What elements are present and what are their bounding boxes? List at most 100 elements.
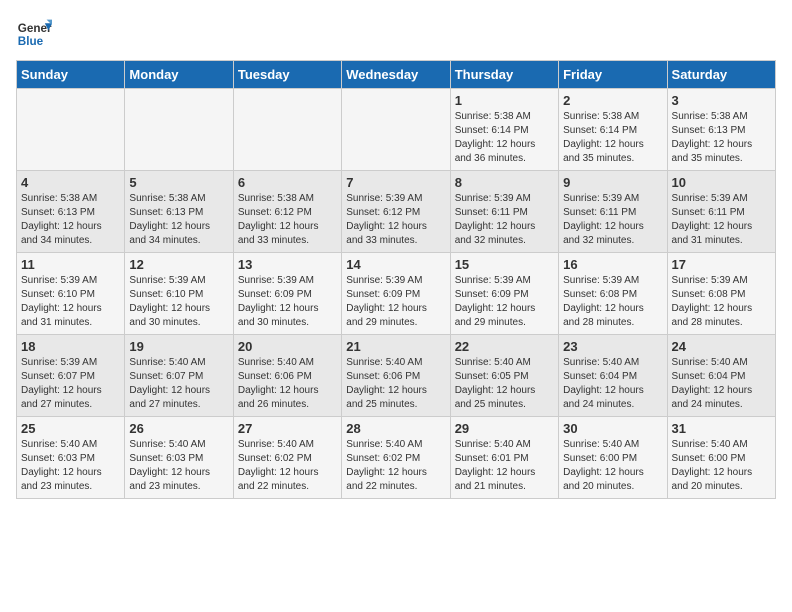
day-number: 13 xyxy=(238,257,337,272)
week-row-4: 18 Sunrise: 5:39 AM Sunset: 6:07 PM Dayli… xyxy=(17,335,776,417)
day-info: Sunrise: 5:40 AM Sunset: 6:00 PM Dayligh… xyxy=(672,438,771,494)
day-number: 23 xyxy=(563,339,662,354)
day-info: Sunrise: 5:39 AM Sunset: 6:11 PM Dayligh… xyxy=(563,192,662,248)
header-sunday: Sunday xyxy=(17,61,125,89)
day-number: 1 xyxy=(455,93,554,108)
day-cell: 21 Sunrise: 5:40 AM Sunset: 6:06 PM Dayli… xyxy=(342,335,450,417)
day-cell xyxy=(125,89,233,171)
day-info: Sunrise: 5:39 AM Sunset: 6:08 PM Dayligh… xyxy=(563,274,662,330)
day-cell: 12Sunrise: 5:39 AM Sunset: 6:10 PM Dayli… xyxy=(125,253,233,335)
day-cell: 14 Sunrise: 5:39 AM Sunset: 6:09 PM Dayli… xyxy=(342,253,450,335)
calendar-table: SundayMondayTuesdayWednesdayThursdayFrid… xyxy=(16,60,776,499)
day-info: Sunrise: 5:40 AM Sunset: 6:06 PM Dayligh… xyxy=(346,356,445,412)
day-info: Sunrise: 5:39 AM Sunset: 6:09 PM Dayligh… xyxy=(238,274,337,330)
day-cell xyxy=(233,89,341,171)
day-cell: 9 Sunrise: 5:39 AM Sunset: 6:11 PM Daylig… xyxy=(559,171,667,253)
logo-icon: General Blue xyxy=(16,16,52,52)
header: General Blue General Blue xyxy=(16,16,776,52)
day-info: Sunrise: 5:40 AM Sunset: 6:03 PM Dayligh… xyxy=(129,438,228,494)
header-thursday: Thursday xyxy=(450,61,558,89)
day-cell: 5 Sunrise: 5:38 AM Sunset: 6:13 PM Daylig… xyxy=(125,171,233,253)
day-number: 3 xyxy=(672,93,771,108)
day-cell: 26 Sunrise: 5:40 AM Sunset: 6:03 PM Dayli… xyxy=(125,417,233,499)
day-cell: 20 Sunrise: 5:40 AM Sunset: 6:06 PM Dayli… xyxy=(233,335,341,417)
day-info: Sunrise: 5:40 AM Sunset: 6:02 PM Dayligh… xyxy=(346,438,445,494)
day-number: 8 xyxy=(455,175,554,190)
day-cell: 27 Sunrise: 5:40 AM Sunset: 6:02 PM Dayli… xyxy=(233,417,341,499)
day-number: 12 xyxy=(129,257,228,272)
day-number: 11 xyxy=(21,257,120,272)
day-info: Sunrise: 5:39 AM Sunset: 6:09 PM Dayligh… xyxy=(346,274,445,330)
day-number: 27 xyxy=(238,421,337,436)
day-info: Sunrise: 5:38 AM Sunset: 6:13 PM Dayligh… xyxy=(129,192,228,248)
week-row-2: 4Sunrise: 5:38 AM Sunset: 6:13 PM Daylig… xyxy=(17,171,776,253)
day-info: Sunrise: 5:40 AM Sunset: 6:02 PM Dayligh… xyxy=(238,438,337,494)
day-cell: 17 Sunrise: 5:39 AM Sunset: 6:08 PM Dayli… xyxy=(667,253,775,335)
day-cell: 28 Sunrise: 5:40 AM Sunset: 6:02 PM Dayli… xyxy=(342,417,450,499)
header-tuesday: Tuesday xyxy=(233,61,341,89)
day-info: Sunrise: 5:38 AM Sunset: 6:12 PM Dayligh… xyxy=(238,192,337,248)
day-number: 5 xyxy=(129,175,228,190)
day-number: 19 xyxy=(129,339,228,354)
day-number: 9 xyxy=(563,175,662,190)
day-cell: 13 Sunrise: 5:39 AM Sunset: 6:09 PM Dayli… xyxy=(233,253,341,335)
day-info: Sunrise: 5:39 AM Sunset: 6:12 PM Dayligh… xyxy=(346,192,445,248)
day-number: 14 xyxy=(346,257,445,272)
day-info: Sunrise: 5:40 AM Sunset: 6:04 PM Dayligh… xyxy=(563,356,662,412)
header-monday: Monday xyxy=(125,61,233,89)
day-cell: 16 Sunrise: 5:39 AM Sunset: 6:08 PM Dayli… xyxy=(559,253,667,335)
day-number: 20 xyxy=(238,339,337,354)
day-info: Sunrise: 5:40 AM Sunset: 6:07 PM Dayligh… xyxy=(129,356,228,412)
day-info: Sunrise: 5:39 AM Sunset: 6:11 PM Dayligh… xyxy=(455,192,554,248)
day-number: 28 xyxy=(346,421,445,436)
day-info: Sunrise: 5:39 AM Sunset: 6:07 PM Dayligh… xyxy=(21,356,120,412)
day-cell: 25 Sunrise: 5:40 AM Sunset: 6:03 PM Dayli… xyxy=(17,417,125,499)
header-friday: Friday xyxy=(559,61,667,89)
day-info: Sunrise: 5:40 AM Sunset: 6:06 PM Dayligh… xyxy=(238,356,337,412)
day-number: 16 xyxy=(563,257,662,272)
day-number: 17 xyxy=(672,257,771,272)
day-cell xyxy=(17,89,125,171)
day-number: 10 xyxy=(672,175,771,190)
week-row-3: 11 Sunrise: 5:39 AM Sunset: 6:10 PM Dayli… xyxy=(17,253,776,335)
day-cell: 3Sunrise: 5:38 AM Sunset: 6:13 PM Daylig… xyxy=(667,89,775,171)
day-cell: 6 Sunrise: 5:38 AM Sunset: 6:12 PM Daylig… xyxy=(233,171,341,253)
day-info: Sunrise: 5:40 AM Sunset: 6:04 PM Dayligh… xyxy=(672,356,771,412)
day-info: Sunrise: 5:40 AM Sunset: 6:01 PM Dayligh… xyxy=(455,438,554,494)
day-number: 30 xyxy=(563,421,662,436)
day-cell: 29 Sunrise: 5:40 AM Sunset: 6:01 PM Dayli… xyxy=(450,417,558,499)
day-info: Sunrise: 5:40 AM Sunset: 6:00 PM Dayligh… xyxy=(563,438,662,494)
day-number: 2 xyxy=(563,93,662,108)
day-number: 25 xyxy=(21,421,120,436)
day-cell: 10 Sunrise: 5:39 AM Sunset: 6:11 PM Dayli… xyxy=(667,171,775,253)
day-number: 31 xyxy=(672,421,771,436)
day-cell: 30 Sunrise: 5:40 AM Sunset: 6:00 PM Dayli… xyxy=(559,417,667,499)
day-cell: 22 Sunrise: 5:40 AM Sunset: 6:05 PM Dayli… xyxy=(450,335,558,417)
day-number: 6 xyxy=(238,175,337,190)
day-cell: 19 Sunrise: 5:40 AM Sunset: 6:07 PM Dayli… xyxy=(125,335,233,417)
day-number: 22 xyxy=(455,339,554,354)
day-number: 26 xyxy=(129,421,228,436)
day-cell: 1 Sunrise: 5:38 AM Sunset: 6:14 PM Daylig… xyxy=(450,89,558,171)
day-info: Sunrise: 5:38 AM Sunset: 6:14 PM Dayligh… xyxy=(563,110,662,166)
week-row-1: 1 Sunrise: 5:38 AM Sunset: 6:14 PM Daylig… xyxy=(17,89,776,171)
day-info: Sunrise: 5:40 AM Sunset: 6:05 PM Dayligh… xyxy=(455,356,554,412)
day-cell: 24 Sunrise: 5:40 AM Sunset: 6:04 PM Dayli… xyxy=(667,335,775,417)
day-cell: 2 Sunrise: 5:38 AM Sunset: 6:14 PM Daylig… xyxy=(559,89,667,171)
day-number: 24 xyxy=(672,339,771,354)
day-info: Sunrise: 5:40 AM Sunset: 6:03 PM Dayligh… xyxy=(21,438,120,494)
day-info: Sunrise: 5:39 AM Sunset: 6:08 PM Dayligh… xyxy=(672,274,771,330)
day-info: Sunrise: 5:38 AM Sunset: 6:14 PM Dayligh… xyxy=(455,110,554,166)
day-number: 18 xyxy=(21,339,120,354)
day-info: Sunrise: 5:39 AM Sunset: 6:10 PM Dayligh… xyxy=(21,274,120,330)
day-cell: 8 Sunrise: 5:39 AM Sunset: 6:11 PM Daylig… xyxy=(450,171,558,253)
day-info: Sunrise: 5:39 AM Sunset: 6:09 PM Dayligh… xyxy=(455,274,554,330)
day-number: 21 xyxy=(346,339,445,354)
day-cell: 23 Sunrise: 5:40 AM Sunset: 6:04 PM Dayli… xyxy=(559,335,667,417)
day-info: Sunrise: 5:38 AM Sunset: 6:13 PM Dayligh… xyxy=(21,192,120,248)
day-number: 29 xyxy=(455,421,554,436)
day-info: Sunrise: 5:39 AM Sunset: 6:11 PM Dayligh… xyxy=(672,192,771,248)
day-cell: 31 Sunrise: 5:40 AM Sunset: 6:00 PM Dayli… xyxy=(667,417,775,499)
day-cell: 11 Sunrise: 5:39 AM Sunset: 6:10 PM Dayli… xyxy=(17,253,125,335)
header-saturday: Saturday xyxy=(667,61,775,89)
